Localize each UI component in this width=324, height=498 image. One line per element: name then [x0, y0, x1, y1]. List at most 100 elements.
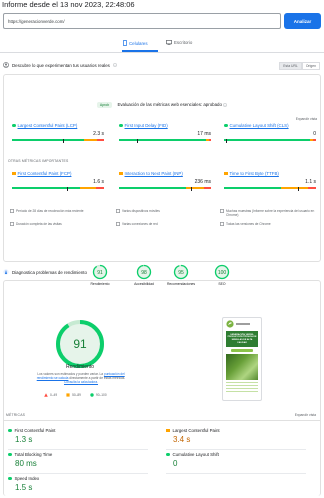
p75-marker: [137, 139, 139, 143]
info-item: Todas las versiones de Chrome: [220, 222, 315, 226]
lab-metric-separator: [166, 473, 306, 474]
metrics-header: MÉTRICAS: [6, 413, 26, 417]
p75-marker: [62, 139, 64, 143]
status-icon: [8, 452, 12, 457]
url-input[interactable]: https://generacionverde.com/: [3, 13, 281, 29]
metric-value: 236 ms: [194, 179, 211, 185]
metric-core_metrics-1: First Input Delay (FID) 17 ms: [119, 123, 211, 143]
distribution-bar: [12, 139, 104, 141]
lab-metric-separator: [166, 449, 306, 450]
good-segment: [224, 187, 282, 189]
status-icon: [8, 476, 12, 481]
gauge-label: Accesibilidad: [134, 282, 154, 286]
lab-metric-name: Speed Index: [14, 476, 40, 481]
legend-poor: 0–49: [44, 393, 57, 397]
site-header: [223, 318, 261, 330]
metric-name-link[interactable]: First Input Delay (FID): [119, 123, 211, 128]
calendar-icon: [10, 209, 14, 213]
toggle-this-url[interactable]: Esta URL: [279, 62, 302, 70]
average-segment: [80, 187, 96, 189]
metric-other_metrics-2: Time to First Byte (TTFB) 1.1 s: [224, 171, 316, 191]
tab-mobile[interactable]: Celulares: [123, 40, 148, 46]
metric-value: 0: [313, 131, 316, 137]
cwv-badge: Aprob: [96, 102, 113, 108]
performance-label: Rendimiento: [65, 364, 95, 370]
poor-segment: [95, 187, 104, 189]
lab-metric-value: 80 ms: [15, 459, 37, 468]
status-icon: [119, 123, 123, 128]
info-item: Muchas muestras (Informe sobre la experi…: [220, 209, 315, 217]
lab-metric-value: 1.3 s: [15, 435, 33, 444]
users-icon: [3, 62, 9, 68]
status-icon: [224, 123, 228, 128]
category-gauge-rendimiento[interactable]: 91 Rendimiento: [80, 264, 120, 286]
metric-name-link[interactable]: Time to First Byte (TTFB): [224, 171, 316, 176]
phone-icon: [123, 40, 127, 46]
info-icon[interactable]: [112, 63, 117, 67]
status-icon: [224, 171, 228, 176]
page-text-lines: [226, 382, 258, 394]
performance-gauge-ring: 91: [56, 320, 104, 368]
lab-metric-name: Cumulative Layout Shift: [172, 452, 219, 457]
metric-core_metrics-2: Cumulative Layout Shift (CLS) 0: [224, 123, 316, 143]
p75-marker: [190, 187, 192, 191]
metric-name-link[interactable]: Cumulative Layout Shift (CLS): [224, 123, 316, 128]
distribution-bar: [224, 139, 316, 141]
expand-view-link[interactable]: Expandir vista: [296, 117, 317, 121]
lab-metric-value: 3.4 s: [173, 435, 191, 444]
tab-desktop[interactable]: Escritorio: [166, 40, 192, 45]
good-segment: [12, 139, 84, 141]
lab-metric: Largest Contentful Paint 3.4 s: [166, 428, 306, 444]
lab-metric: Cumulative Layout Shift 0: [166, 452, 306, 468]
cwv-title: Evaluación de las métricas web esenciale…: [117, 102, 222, 107]
gauge-label: Recomendaciones: [166, 282, 196, 286]
field-data-panel: Aprob Evaluación de las métricas web ese…: [3, 74, 321, 262]
category-gauge-recomendaciones[interactable]: 95 Recomendaciones: [161, 264, 201, 286]
poor-segment: [203, 187, 211, 189]
info-item: Varios dispositivos móviles: [116, 209, 211, 213]
category-gauge-accesibilidad[interactable]: 98 Accesibilidad: [124, 264, 164, 286]
info-item: Duración completa de las visitas: [10, 222, 105, 226]
lab-metric-separator: [8, 473, 148, 474]
lab-metric-value: 0: [173, 459, 178, 468]
status-icon: [119, 171, 123, 176]
monitor-icon: [166, 40, 172, 45]
other-metrics-header: OTRAS MÉTRICAS IMPORTANTES: [8, 159, 69, 163]
hero-banner: GENERACIÓN VERDE: PRODUCCIÓN TÉCNICA DE …: [226, 331, 258, 347]
metric-name-link[interactable]: Interaction to Next Paint (INP): [119, 171, 211, 176]
origin-toggle: Esta URL Origen: [279, 62, 320, 70]
metric-other_metrics-1: Interaction to Next Paint (INP) 236 ms: [119, 171, 211, 191]
hero-cta: [231, 349, 253, 352]
lab-metric: Total Blocking Time 80 ms: [8, 452, 148, 468]
average-segment: [83, 139, 97, 141]
metric-value: 17 ms: [197, 131, 211, 137]
metric-name-link[interactable]: First Contentful Paint (FCP): [12, 171, 104, 176]
tab-desktop-label: Escritorio: [174, 40, 193, 45]
metric-core_metrics-0: Largest Contentful Paint (LCP) 2.3 s: [12, 123, 104, 143]
field-data-heading: Descubre lo que experimentan tus usuario…: [3, 59, 321, 71]
metric-other_metrics-0: First Contentful Paint (FCP) 1.6 s: [12, 171, 104, 191]
toggle-origin[interactable]: Origen: [301, 62, 320, 70]
good-segment: [12, 187, 81, 189]
lab-metric-name: Largest Contentful Paint: [172, 428, 220, 433]
lab-metric-value: 1.5 s: [15, 483, 33, 492]
status-icon: [12, 123, 16, 128]
chart-icon: [220, 209, 224, 213]
timer-icon: [10, 222, 14, 226]
hero-title: GENERACIÓN VERDE: PRODUCCIÓN TÉCNICA DE …: [227, 333, 257, 344]
analyze-button[interactable]: Analizar: [284, 13, 321, 29]
calculator-link[interactable]: Consulta la calculadora.: [64, 380, 98, 384]
gauge-score: 91: [97, 270, 103, 276]
info-icon[interactable]: [223, 102, 228, 107]
lab-metric: Speed Index 1.5 s: [8, 476, 148, 492]
metric-name-link[interactable]: Largest Contentful Paint (LCP): [12, 123, 104, 128]
distribution-bar: [224, 187, 316, 189]
hero-image: [226, 354, 258, 380]
category-gauge-seo[interactable]: 100 SEO: [202, 264, 242, 286]
metric-value: 1.6 s: [93, 179, 104, 185]
score-legend: 0–49 50–89 90–100: [44, 393, 107, 397]
metrics-divider: [3, 420, 321, 421]
status-icon: [12, 171, 16, 176]
lab-expand-link[interactable]: Expandir vista: [295, 413, 316, 417]
good-segment: [119, 139, 207, 141]
